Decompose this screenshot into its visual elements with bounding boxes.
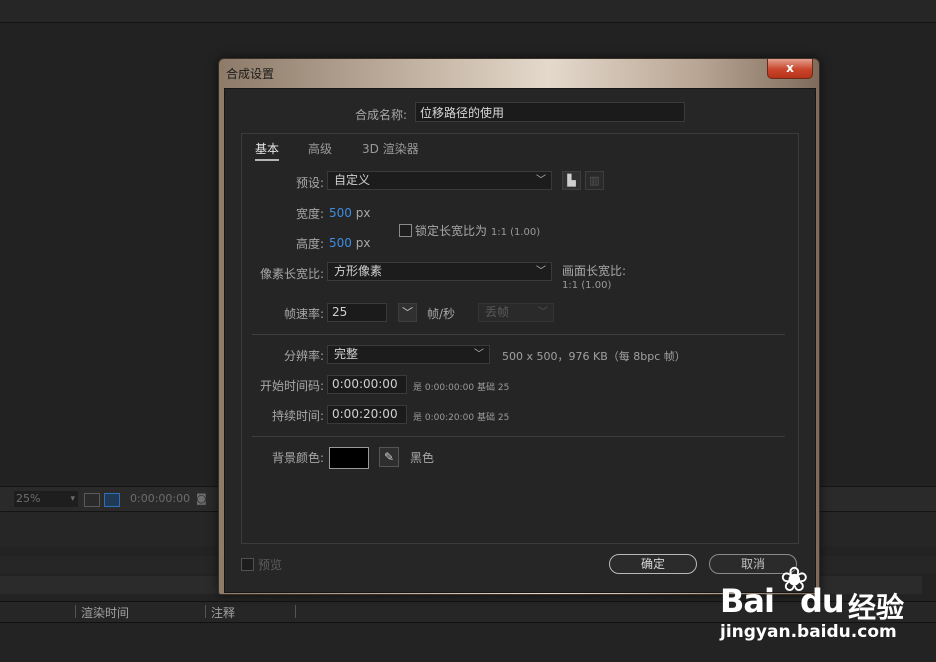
bg-color-name: 黑色 xyxy=(410,451,435,465)
pixel-aspect-label: 像素长宽比: xyxy=(259,267,324,281)
column-divider xyxy=(205,605,206,618)
width-unit: px xyxy=(355,206,371,220)
jingyan-text: 经验 xyxy=(848,591,905,624)
frame-rate-input[interactable]: 25 xyxy=(327,303,387,322)
drop-frame-dropdown[interactable]: 丢帧 ﹀ xyxy=(478,303,554,322)
chevron-down-icon: ﹀ xyxy=(474,349,484,360)
height-value[interactable]: 500 xyxy=(329,236,352,250)
eyedropper-button[interactable]: ✎ xyxy=(379,447,399,467)
tab-advanced[interactable]: 高级 xyxy=(308,140,332,157)
bg-color-label: 背景颜色: xyxy=(271,451,324,465)
resolution-label: 分辨率: xyxy=(283,349,324,363)
section-divider xyxy=(252,334,785,335)
lock-aspect-text: 锁定长宽比为 xyxy=(415,224,488,238)
fps-unit: 帧/秒 xyxy=(427,307,456,321)
chevron-down-icon: ﹀ xyxy=(536,175,546,186)
start-timecode-input[interactable]: 0:00:00:00 xyxy=(327,375,407,394)
column-render-time[interactable]: 渲染时间 xyxy=(81,604,129,621)
settings-panel: 基本 高级 3D 渲染器 预设: 自定义 ﹀ ▙ ▥ 宽度: 500 px 锁定… xyxy=(241,133,799,544)
preset-dropdown[interactable]: 自定义 ﹀ xyxy=(327,171,552,190)
frame-rate-label: 帧速率: xyxy=(283,307,324,321)
resolution-dropdown[interactable]: 完整 ﹀ xyxy=(327,345,490,364)
chevron-down-icon: ﹀ xyxy=(538,307,548,318)
camera-icon[interactable]: ◙ xyxy=(196,491,207,507)
preset-label: 预设: xyxy=(295,176,324,190)
preview-checkbox[interactable] xyxy=(241,558,254,571)
ok-button[interactable]: 确定 xyxy=(609,554,697,574)
height-unit: px xyxy=(355,236,371,250)
column-comment[interactable]: 注释 xyxy=(211,604,235,621)
paw-icon: ❀ xyxy=(780,560,809,600)
viewer-timecode[interactable]: 0:00:00:00 xyxy=(130,491,190,507)
lock-aspect-ratio: 1:1 (1.00) xyxy=(490,227,541,238)
tab-basic[interactable]: 基本 xyxy=(255,140,280,161)
zoom-dropdown[interactable]: 25% ▾ xyxy=(14,491,78,507)
eyedropper-icon: ✎ xyxy=(383,450,395,464)
frame-aspect-value: 1:1 (1.00) xyxy=(562,280,612,291)
close-button[interactable]: x xyxy=(767,59,813,79)
column-divider xyxy=(295,605,296,618)
lock-aspect-checkbox[interactable] xyxy=(399,224,412,237)
height-field[interactable]: 500 px xyxy=(329,236,370,250)
pixel-aspect-value: 方形像素 xyxy=(334,264,383,278)
width-value[interactable]: 500 xyxy=(329,206,352,220)
width-field[interactable]: 500 px xyxy=(329,206,370,220)
duration-base: 基础 25 xyxy=(477,413,510,423)
duration-input[interactable]: 0:00:20:00 xyxy=(327,405,407,424)
transparency-grid-icon[interactable] xyxy=(104,493,120,507)
width-label: 宽度: xyxy=(295,207,324,221)
height-label: 高度: xyxy=(295,237,324,251)
start-timecode-info: 是 0:00:00:00 xyxy=(413,383,475,393)
tab-3d-renderer[interactable]: 3D 渲染器 xyxy=(362,140,419,157)
duration-info: 是 0:00:20:00 xyxy=(413,413,475,423)
dialog-title: 合成设置 xyxy=(226,67,275,81)
composition-settings-dialog: 合成设置 x 合成名称: 位移路径的使用 基本 高级 3D 渲染器 预设: 自定… xyxy=(218,58,820,595)
chevron-down-icon: ▾ xyxy=(70,494,75,504)
resolution-info: 500 x 500，976 KB（每 8bpc 帧） xyxy=(502,350,686,363)
frame-rate-dropdown-button[interactable]: ﹀ xyxy=(398,303,417,322)
app-top-bar xyxy=(0,0,936,23)
save-preset-icon: ▙ xyxy=(567,174,576,187)
duration-label: 持续时间: xyxy=(271,409,324,423)
column-divider xyxy=(75,605,76,618)
frame-aspect-label: 画面长宽比: xyxy=(562,264,627,278)
chevron-down-icon: ﹀ xyxy=(402,306,413,319)
resolution-value: 完整 xyxy=(334,347,359,361)
save-preset-button[interactable]: ▙ xyxy=(562,171,581,190)
grid-icon[interactable] xyxy=(84,493,100,507)
section-divider xyxy=(252,436,785,437)
dialog-content: 合成名称: 位移路径的使用 基本 高级 3D 渲染器 预设: 自定义 ﹀ ▙ ▥… xyxy=(224,88,816,593)
start-timecode-label: 开始时间码: xyxy=(259,379,324,393)
watermark-url: jingyan.baidu.com xyxy=(720,622,897,642)
bg-color-swatch[interactable] xyxy=(329,447,369,469)
chevron-down-icon: ﹀ xyxy=(536,266,546,277)
preset-value: 自定义 xyxy=(334,173,371,187)
drop-frame-value: 丢帧 xyxy=(485,305,510,319)
delete-preset-button[interactable]: ▥ xyxy=(585,171,604,190)
pixel-aspect-dropdown[interactable]: 方形像素 ﹀ xyxy=(327,262,552,281)
lock-aspect-label: 锁定长宽比为 1:1 (1.00) xyxy=(415,222,540,239)
trash-icon: ▥ xyxy=(589,174,600,187)
composition-name-label: 合成名称: xyxy=(355,108,408,122)
baidu-jingyan-watermark: Bai du ❀ 经验 jingyan.baidu.com xyxy=(720,560,930,650)
composition-name-input[interactable]: 位移路径的使用 xyxy=(415,102,685,122)
baidu-logo-text: Bai xyxy=(720,582,775,620)
start-timecode-base: 基础 25 xyxy=(477,383,510,393)
preview-label: 预览 xyxy=(258,558,283,572)
zoom-value: 25% xyxy=(16,492,41,505)
